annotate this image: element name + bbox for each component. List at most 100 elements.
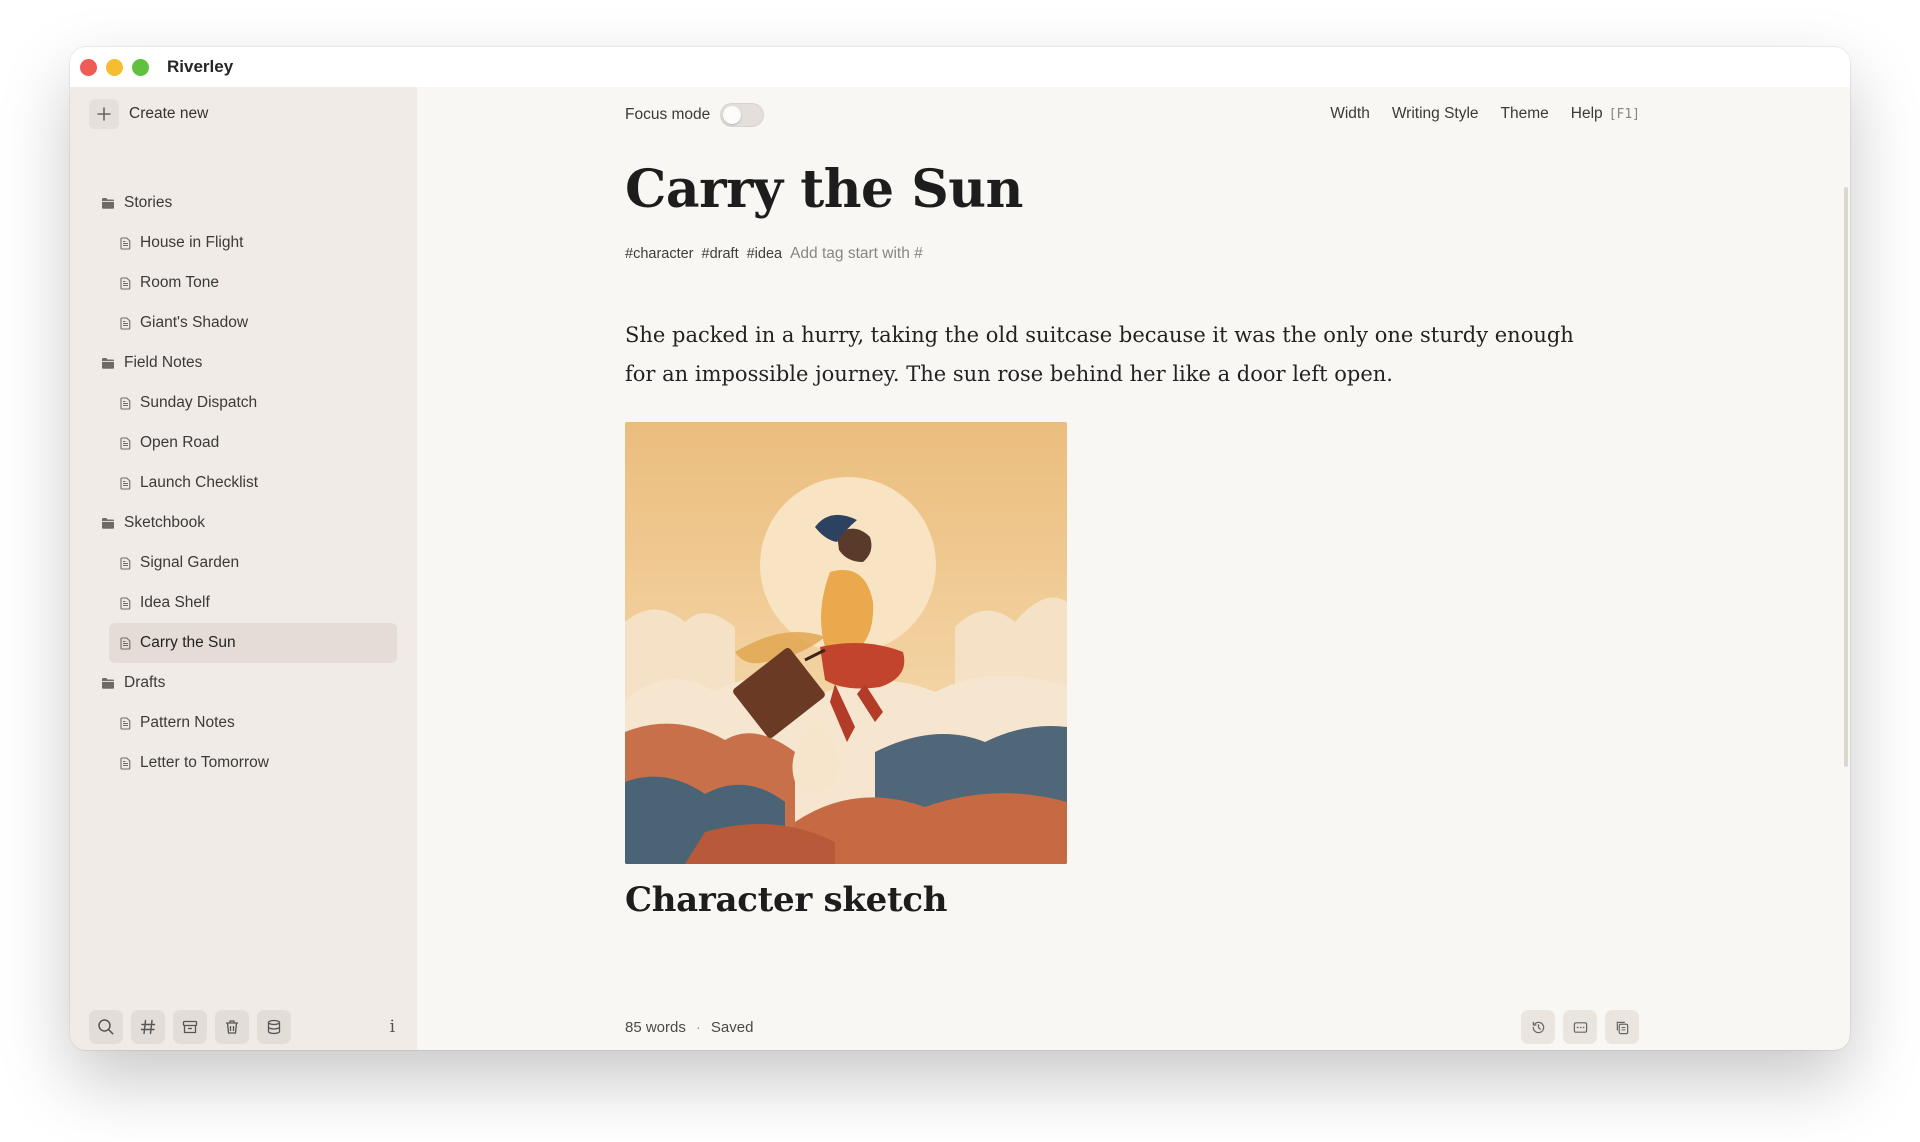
history-icon: [1532, 1021, 1544, 1033]
focus-mode-label: Focus mode: [625, 106, 711, 123]
theme-menu[interactable]: Theme: [1501, 105, 1549, 123]
tag-row: #character #draft #idea: [625, 245, 1625, 264]
document-icon: [120, 716, 131, 730]
note-tree: Stories House in Flight Room Tone Giant's S…: [70, 183, 417, 783]
editor-menu: Width Writing Style Theme Help [F1]: [1308, 105, 1640, 123]
sidebar-item-house-in-flight[interactable]: House in Flight: [70, 223, 417, 263]
sidebar-item-room-tone[interactable]: Room Tone: [70, 263, 417, 303]
sidebar-item-label: House in Flight: [140, 234, 244, 251]
info-icon[interactable]: i: [390, 1017, 395, 1037]
plus-icon: [89, 99, 119, 129]
preview-button[interactable]: [1563, 1010, 1597, 1044]
document-actions: [1513, 1010, 1639, 1044]
document-icon: [120, 236, 131, 250]
preview-icon: [1573, 1021, 1587, 1033]
sidebar-item-label: Giant's Shadow: [140, 314, 249, 331]
trash-button[interactable]: [215, 1010, 249, 1044]
folder-icon: [101, 197, 115, 209]
minimize-button[interactable]: [106, 58, 123, 76]
hash-icon: [140, 1019, 156, 1035]
create-new-label: Create new: [129, 105, 209, 122]
sidebar-item-sunday-dispatch[interactable]: Sunday Dispatch: [70, 383, 417, 423]
folder-icon: [101, 677, 115, 689]
sidebar-item-signal-garden[interactable]: Signal Garden: [70, 543, 417, 583]
titlebar: Riverley: [70, 47, 1850, 87]
add-tag-input[interactable]: [790, 245, 991, 264]
sidebar-folder-drafts[interactable]: Drafts: [70, 663, 417, 703]
document-icon: [120, 556, 131, 570]
document-icon: [120, 596, 131, 610]
focus-mode-toggle[interactable]: [720, 103, 765, 127]
editor-scrollbar[interactable]: [1844, 187, 1848, 767]
sidebar-folder-field-notes[interactable]: Field Notes: [70, 343, 417, 383]
tags-button[interactable]: [131, 1010, 165, 1044]
document-icon: [120, 436, 131, 450]
sidebar-item-label: Launch Checklist: [140, 474, 259, 491]
sidebar-item-label: Pattern Notes: [140, 714, 235, 731]
sidebar-item-pattern-notes[interactable]: Pattern Notes: [70, 703, 417, 743]
sidebar-item-label: Room Tone: [140, 274, 219, 291]
width-menu[interactable]: Width: [1330, 105, 1370, 123]
focus-mode: Focus mode: [625, 103, 765, 127]
archive-icon: [182, 1020, 198, 1034]
folder-label: Drafts: [124, 674, 166, 691]
sidebar-item-giant-s-shadow[interactable]: Giant's Shadow: [70, 303, 417, 343]
section-heading[interactable]: Character sketch: [625, 880, 1625, 920]
sidebar-footer: i: [89, 1010, 399, 1044]
help-shortcut: [F1]: [1608, 107, 1640, 122]
sidebar: Create new Stories House in Flight Room To…: [70, 87, 417, 1050]
database-icon: [267, 1019, 281, 1035]
toggle-knob: [723, 106, 742, 124]
sidebar-item-label: Letter to Tomorrow: [140, 754, 269, 771]
status-bar: 85 words · Saved: [625, 1019, 753, 1036]
create-new-button[interactable]: Create new: [89, 99, 208, 129]
search-icon: [98, 1019, 114, 1035]
history-button[interactable]: [1521, 1010, 1555, 1044]
folder-icon: [101, 517, 115, 529]
document-icon: [120, 636, 131, 650]
copy-button[interactable]: [1605, 1010, 1639, 1044]
zoom-button[interactable]: [132, 58, 149, 76]
document: Carry the Sun #character #draft #idea Sh…: [625, 159, 1625, 920]
sidebar-item-open-road[interactable]: Open Road: [70, 423, 417, 463]
save-status: Saved: [710, 1019, 754, 1036]
folder-label: Stories: [124, 194, 173, 211]
document-icon: [120, 756, 131, 770]
search-button[interactable]: [89, 1010, 123, 1044]
sidebar-folder-stories[interactable]: Stories: [70, 183, 417, 223]
sidebar-item-carry-the-sun[interactable]: Carry the Sun: [109, 623, 397, 663]
copy-icon: [1616, 1021, 1628, 1034]
sidebar-item-label: Open Road: [140, 434, 220, 451]
tag-draft[interactable]: #draft: [702, 246, 739, 262]
help-menu[interactable]: Help [F1]: [1571, 105, 1640, 123]
tag-character[interactable]: #character: [625, 246, 694, 262]
illustration-image: [625, 422, 1067, 865]
writing-style-menu[interactable]: Writing Style: [1392, 105, 1479, 123]
folder-icon: [101, 357, 115, 369]
editor-pane: Focus mode Width Writing Style Theme Hel…: [417, 87, 1850, 1050]
sidebar-item-label: Carry the Sun: [140, 634, 236, 651]
trash-icon: [226, 1020, 238, 1034]
sidebar-item-label: Signal Garden: [140, 554, 240, 571]
document-icon: [120, 276, 131, 290]
help-label: Help: [1570, 105, 1603, 122]
archive-button[interactable]: [173, 1010, 207, 1044]
body-paragraph[interactable]: She packed in a hurry, taking the old su…: [625, 316, 1605, 394]
sidebar-folder-sketchbook[interactable]: Sketchbook: [70, 503, 417, 543]
tag-idea[interactable]: #idea: [747, 246, 782, 262]
sidebar-item-launch-checklist[interactable]: Launch Checklist: [70, 463, 417, 503]
document-icon: [120, 396, 131, 410]
app-window: Riverley Create new Stories House in Flig…: [70, 47, 1850, 1050]
page-title[interactable]: Carry the Sun: [625, 159, 1625, 221]
sidebar-item-label: Sunday Dispatch: [140, 394, 258, 411]
status-separator: ·: [695, 1019, 701, 1036]
window-controls: [80, 58, 149, 76]
editor-toolbar: Focus mode Width Writing Style Theme Hel…: [625, 103, 1640, 129]
sidebar-item-letter-to-tomorrow[interactable]: Letter to Tomorrow: [70, 743, 417, 783]
app-title: Riverley: [167, 57, 234, 76]
close-button[interactable]: [80, 58, 97, 76]
sidebar-item-idea-shelf[interactable]: Idea Shelf: [70, 583, 417, 623]
database-button[interactable]: [257, 1010, 291, 1044]
word-count: 85 words: [625, 1019, 686, 1036]
document-icon: [120, 476, 131, 490]
